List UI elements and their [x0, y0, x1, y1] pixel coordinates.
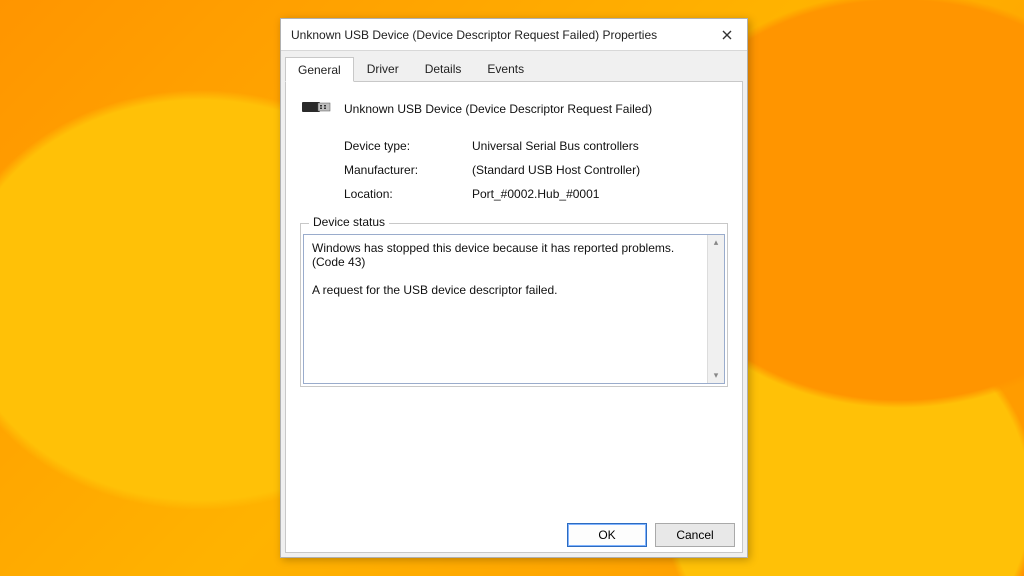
device-status-group: Device status Windows has stopped this d… [300, 223, 728, 387]
manufacturer-value: (Standard USB Host Controller) [472, 163, 728, 177]
tab-panel-general: Unknown USB Device (Device Descriptor Re… [285, 81, 743, 553]
tab-strip: General Driver Details Events [281, 51, 747, 81]
cancel-button[interactable]: Cancel [655, 523, 735, 547]
tab-details[interactable]: Details [412, 56, 475, 81]
ok-button[interactable]: OK [567, 523, 647, 547]
location-value: Port_#0002.Hub_#0001 [472, 187, 728, 201]
tab-general[interactable]: General [285, 57, 354, 82]
device-type-label: Device type: [344, 139, 464, 153]
device-type-value: Universal Serial Bus controllers [472, 139, 728, 153]
tab-driver[interactable]: Driver [354, 56, 412, 81]
device-info-grid: Device type: Universal Serial Bus contro… [344, 139, 728, 201]
scroll-up-icon[interactable]: ▴ [714, 237, 719, 248]
close-icon[interactable] [707, 19, 747, 51]
dialog-button-row: OK Cancel [567, 523, 735, 547]
device-status-legend: Device status [309, 215, 389, 229]
device-status-textbox[interactable]: Windows has stopped this device because … [303, 234, 725, 384]
properties-dialog: Unknown USB Device (Device Descriptor Re… [280, 18, 748, 558]
manufacturer-label: Manufacturer: [344, 163, 464, 177]
titlebar[interactable]: Unknown USB Device (Device Descriptor Re… [281, 19, 747, 51]
tab-events[interactable]: Events [474, 56, 537, 81]
window-title: Unknown USB Device (Device Descriptor Re… [291, 28, 707, 42]
device-status-text: Windows has stopped this device because … [312, 241, 716, 297]
scrollbar[interactable]: ▴ ▾ [707, 235, 724, 383]
usb-connector-icon [300, 96, 334, 121]
scroll-down-icon[interactable]: ▾ [714, 370, 719, 381]
device-header: Unknown USB Device (Device Descriptor Re… [300, 96, 728, 121]
device-name: Unknown USB Device (Device Descriptor Re… [344, 102, 652, 116]
location-label: Location: [344, 187, 464, 201]
